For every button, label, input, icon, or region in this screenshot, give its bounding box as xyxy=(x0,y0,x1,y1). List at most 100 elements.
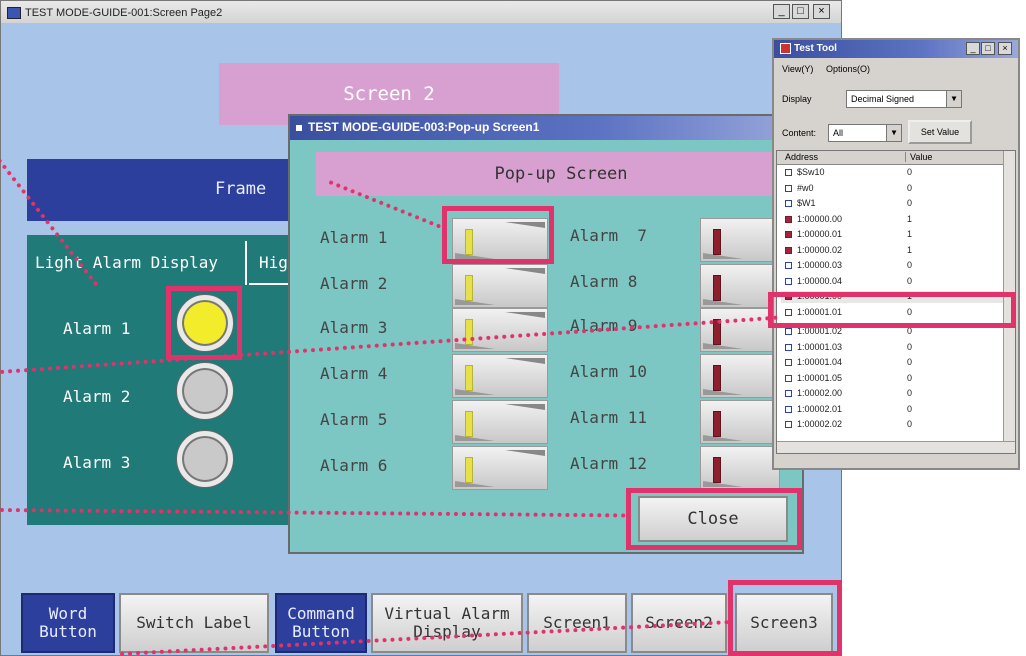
tt-row[interactable]: 1:00002.02 0 xyxy=(781,419,1009,431)
popup-alarm-label-right: Alarm 10 xyxy=(570,362,648,381)
lamp-indicator xyxy=(465,411,473,437)
popup-lamp-button-left[interactable] xyxy=(452,354,548,398)
tt-close-button[interactable]: × xyxy=(998,42,1012,55)
screen1-button[interactable]: Screen1 xyxy=(527,593,627,653)
tt-row-address: 1:00002.00 xyxy=(797,388,843,398)
popup-alarm-label-left: Alarm 3 xyxy=(320,318,388,337)
tt-set-value-button[interactable]: Set Value xyxy=(908,120,972,144)
popup-lamp-button-left[interactable] xyxy=(452,308,548,352)
popup-alarm-label-left: Alarm 5 xyxy=(320,410,388,429)
bevel-shape xyxy=(455,343,495,349)
highlight-close xyxy=(626,488,802,550)
tt-row[interactable]: 1:00001.04 0 xyxy=(781,357,1009,369)
popup-lamp-button-left[interactable] xyxy=(452,264,548,308)
tt-menu-view[interactable]: View(Y) xyxy=(782,64,813,74)
lamp-indicator xyxy=(465,275,473,301)
tt-row[interactable]: 1:00000.03 0 xyxy=(781,260,1009,272)
test-tool-icon xyxy=(780,42,791,54)
bevel-shape xyxy=(703,343,743,349)
tt-row-value: 0 xyxy=(907,388,913,398)
tt-row[interactable]: $W1 0 xyxy=(781,198,1009,210)
popup-lamp-button-left[interactable] xyxy=(452,400,548,444)
tt-minimize-button[interactable]: _ xyxy=(966,42,980,55)
tt-row[interactable]: 1:00000.01 1 xyxy=(781,229,1009,241)
tt-row[interactable]: 1:00000.04 0 xyxy=(781,276,1009,288)
tt-row-address: 1:00001.04 xyxy=(797,357,843,367)
tt-row-value: 0 xyxy=(907,341,913,352)
address-icon xyxy=(785,328,792,335)
tt-display-value: Decimal Signed xyxy=(851,94,915,104)
app-icon xyxy=(7,6,21,19)
tt-row[interactable]: 1:00001.03 0 xyxy=(781,342,1009,354)
tt-row[interactable]: 1:00001.05 0 xyxy=(781,373,1009,385)
alarm-label-2: Alarm 2 xyxy=(63,387,131,406)
tt-row[interactable]: 1:00002.00 0 xyxy=(781,388,1009,400)
tt-row-address: $W1 xyxy=(797,198,816,208)
tt-row[interactable]: $Sw10 0 xyxy=(781,167,1009,179)
popup-titlebar[interactable]: TEST MODE-GUIDE-003:Pop-up Screen1 xyxy=(290,116,802,140)
tt-col-address[interactable]: Address xyxy=(785,152,818,162)
bevel-shape xyxy=(455,481,495,487)
popup-lamp-button-right[interactable] xyxy=(700,218,780,262)
switch-label-button[interactable]: Switch Label xyxy=(119,593,269,653)
tt-row-address: #w0 xyxy=(797,182,814,193)
tt-row[interactable]: 1:00000.02 1 xyxy=(781,245,1009,257)
tt-col-value[interactable]: Value xyxy=(905,152,932,162)
popup-alarm-label-left: Alarm 6 xyxy=(320,456,388,475)
alarm-lamp-3 xyxy=(177,431,233,487)
highlight-screen3 xyxy=(728,580,842,656)
popup-alarm-label-left: Alarm 4 xyxy=(320,364,388,383)
dropdown-arrow-icon[interactable]: ▼ xyxy=(886,125,901,141)
tt-row[interactable]: #w0 0 xyxy=(781,183,1009,195)
tt-row[interactable]: 1:00002.01 0 xyxy=(781,404,1009,416)
popup-lamp-button-left[interactable] xyxy=(452,446,548,490)
word-button[interactable]: Word Button xyxy=(21,593,115,653)
bevel-shape xyxy=(703,253,743,259)
popup-title: TEST MODE-GUIDE-003:Pop-up Screen1 xyxy=(308,120,540,134)
popup-lamp-button-right[interactable] xyxy=(700,354,780,398)
popup-lamp-button-right[interactable] xyxy=(700,400,780,444)
bevel-shape xyxy=(505,358,545,364)
test-tool-window: Test Tool _ □ × View(Y) Options(O) Displ… xyxy=(772,38,1020,470)
tt-hscrollbar[interactable] xyxy=(777,441,1015,453)
main-window-titlebar[interactable]: TEST MODE-GUIDE-001:Screen Page2 xyxy=(1,1,841,23)
bevel-shape xyxy=(703,389,743,395)
address-icon xyxy=(785,231,792,238)
address-icon xyxy=(785,405,792,413)
maximize-button[interactable]: □ xyxy=(792,4,809,19)
tt-content-value: All xyxy=(833,128,844,138)
tt-menu-options[interactable]: Options(O) xyxy=(826,64,870,74)
tt-row[interactable]: 1:00000.00 1 xyxy=(781,214,1009,226)
tt-row-value: 1 xyxy=(907,229,913,239)
bevel-shape xyxy=(505,404,545,410)
alarm-panel: Light Alarm Display Hig Alarm 1 Alarm 2 … xyxy=(27,235,327,525)
virtual-alarm-display-button[interactable]: Virtual Alarm Display xyxy=(371,593,523,653)
test-tool-title: Test Tool xyxy=(794,43,837,54)
tt-display-label: Display xyxy=(782,94,812,104)
tt-maximize-button[interactable]: □ xyxy=(981,42,995,55)
lamp-indicator xyxy=(465,457,473,483)
tt-row-value: 0 xyxy=(907,372,913,383)
tt-row-address: 1:00000.02 xyxy=(797,244,843,255)
tt-row-value: 0 xyxy=(907,357,913,367)
popup-alarm-label-right: Alarm 7 xyxy=(570,226,648,245)
tt-content-select[interactable]: All ▼ xyxy=(828,124,902,142)
tt-display-select[interactable]: Decimal Signed ▼ xyxy=(846,90,962,108)
bevel-shape xyxy=(455,389,495,395)
tt-row-value: 0 xyxy=(907,182,913,193)
lamp-indicator xyxy=(713,365,721,391)
lamp-indicator xyxy=(713,229,721,255)
lamp-indicator xyxy=(713,275,721,301)
dropdown-arrow-icon[interactable]: ▼ xyxy=(946,91,961,107)
minimize-button[interactable]: _ xyxy=(773,4,790,19)
highlight-popup-alarm1 xyxy=(442,206,554,264)
tt-row-address: 1:00000.00 xyxy=(797,213,843,224)
lamp-indicator xyxy=(713,411,721,437)
tt-row-address: 1:00001.03 xyxy=(797,341,843,352)
close-window-button[interactable]: × xyxy=(813,4,830,19)
lamp-indicator xyxy=(713,457,721,483)
address-icon xyxy=(785,262,792,269)
popup-lamp-button-right[interactable] xyxy=(700,446,780,490)
tt-row-address: 1:00002.02 xyxy=(797,419,843,429)
address-icon xyxy=(785,215,792,223)
